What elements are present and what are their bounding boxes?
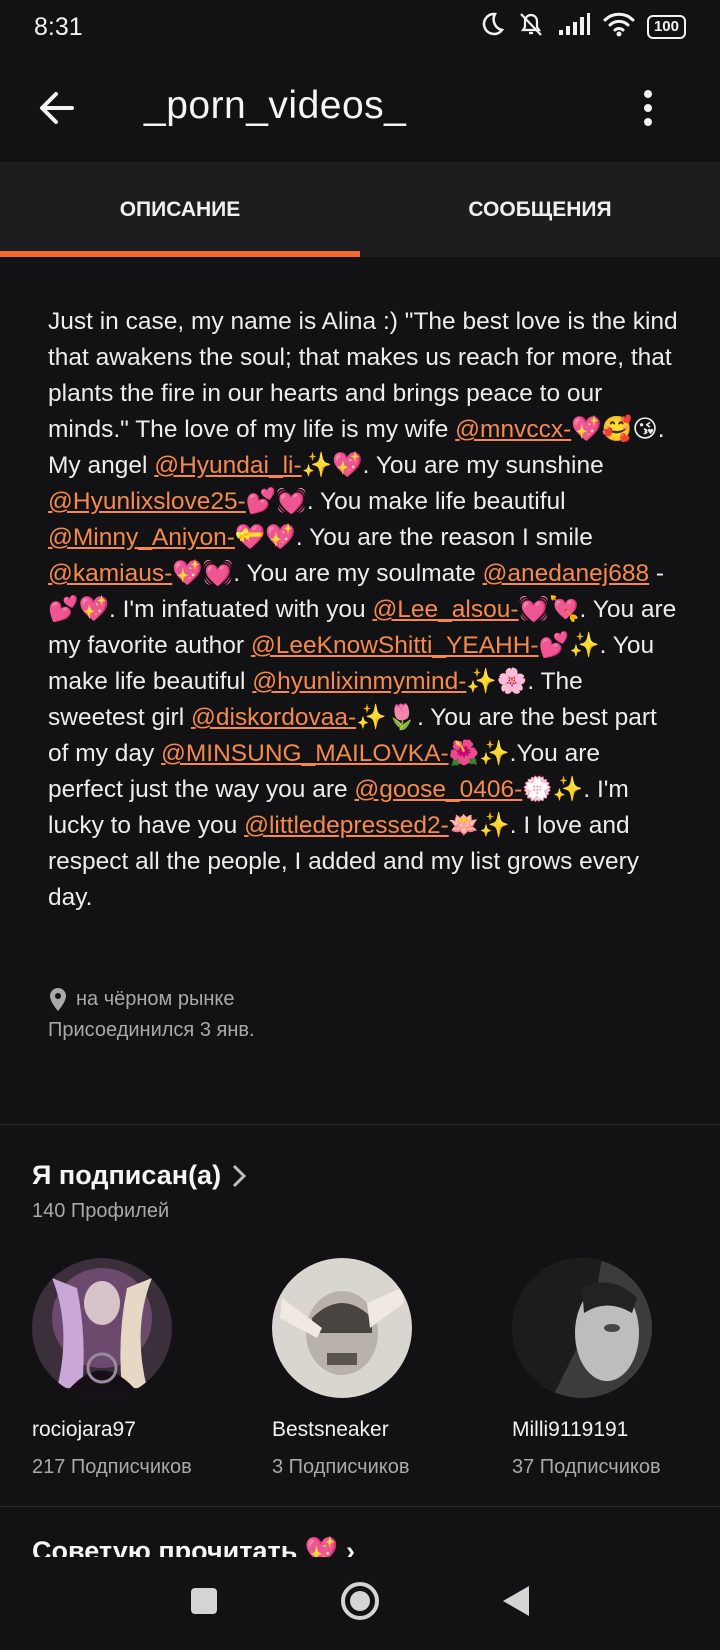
following-count: 140 Профилей (32, 1200, 170, 1222)
mention-link[interactable]: @anedanej688 (483, 560, 650, 587)
bio-text: 💝💖. You are the reason I smile (234, 524, 593, 551)
location-text: на чёрном рынке (76, 988, 235, 1010)
status-time: 8:31 (34, 12, 83, 41)
bio-text: ✨💖. You are my sunshine (301, 452, 604, 479)
avatar[interactable] (272, 1258, 412, 1398)
mention-link[interactable]: @kamiaus- (48, 560, 172, 587)
status-icons: 100 (479, 10, 686, 45)
do-not-disturb-icon (479, 11, 505, 44)
following-header[interactable]: Я подписан(а) (32, 1160, 247, 1191)
profile-bio: Just in case, my name is Alina :) "The b… (48, 304, 678, 916)
mention-link[interactable]: @littledepressed2- (244, 812, 449, 839)
mention-link[interactable]: @Lee_alsou- (372, 596, 518, 623)
bio-text: 💕💓. You make life beautiful (245, 488, 566, 515)
app-bar: _porn_videos_ (0, 54, 720, 162)
mention-link[interactable]: @Minny_Aniyon- (48, 524, 235, 551)
profile-card[interactable]: rociojara97 217 Подписчиков (32, 1258, 272, 1479)
tab-description[interactable]: ОПИСАНИЕ (0, 162, 360, 257)
profile-followers: 217 Подписчиков (32, 1456, 192, 1478)
signal-icon (557, 12, 591, 43)
divider (0, 1124, 720, 1125)
triangle-back-icon (503, 1586, 529, 1616)
joined-date: Присоединился 3 янв. (48, 1019, 255, 1041)
profile-meta: на чёрном рынке Присоединился 3 янв. (48, 984, 255, 1046)
home-button[interactable] (339, 1580, 381, 1627)
status-bar: 8:31 100 (0, 0, 720, 54)
recommended-reading-title[interactable]: Советую прочитать 💖 › (32, 1535, 355, 1557)
bio-text: 💖💓. You are my soulmate (172, 560, 483, 587)
muted-bell-icon (517, 10, 545, 45)
profile-title: _porn_videos_ (144, 84, 407, 127)
mention-link[interactable]: @mnvccx- (455, 416, 571, 443)
profile-card[interactable]: Bestsneaker 3 Подписчиков (272, 1258, 512, 1479)
profile-name: Bestsneaker (272, 1418, 389, 1441)
battery-indicator: 100 (646, 15, 686, 39)
avatar[interactable] (32, 1258, 172, 1398)
following-title: Я подписан(а) (32, 1160, 222, 1190)
square-icon (191, 1588, 217, 1614)
divider (0, 1506, 720, 1507)
profile-name: rociojara97 (32, 1418, 136, 1441)
mention-link[interactable]: @Hyundai_li- (154, 452, 301, 479)
profile-name: Milli9119191 (512, 1418, 629, 1441)
mention-link[interactable]: @MINSUNG_MAILOVKA- (161, 740, 449, 767)
circle-icon (341, 1582, 379, 1620)
location-pin-icon (50, 987, 66, 1011)
mention-link[interactable]: @LeeKnowShitti_YEAHH- (251, 632, 539, 659)
chevron-right-icon (233, 1164, 247, 1187)
profile-followers: 3 Подписчиков (272, 1456, 410, 1478)
avatar[interactable] (512, 1258, 652, 1398)
more-vertical-icon (644, 90, 652, 126)
mention-link[interactable]: @goose_0406- (354, 776, 522, 803)
following-list: rociojara97 217 Подписчиков Bestsneaker … (32, 1258, 720, 1479)
profile-tabs: ОПИСАНИЕ СООБЩЕНИЯ (0, 162, 720, 257)
wifi-icon (603, 11, 635, 44)
profile-card[interactable]: Milli9119191 37 Подписчиков (512, 1258, 720, 1479)
mention-link[interactable]: @Hyunlixslove25- (48, 488, 246, 515)
back-button[interactable] (34, 84, 82, 132)
more-options-button[interactable] (632, 84, 664, 132)
mention-link[interactable]: @hyunlixinmymind- (252, 668, 466, 695)
mention-link[interactable]: @diskordovaa- (191, 704, 356, 731)
tab-messages[interactable]: СООБЩЕНИЯ (360, 162, 720, 257)
recents-button[interactable] (189, 1586, 219, 1621)
profile-followers: 37 Подписчиков (512, 1456, 661, 1478)
back-arrow-icon (40, 92, 74, 124)
system-nav-bar (0, 1557, 720, 1650)
system-back-button[interactable] (501, 1584, 531, 1623)
location-row: на чёрном рынке (48, 984, 255, 1015)
